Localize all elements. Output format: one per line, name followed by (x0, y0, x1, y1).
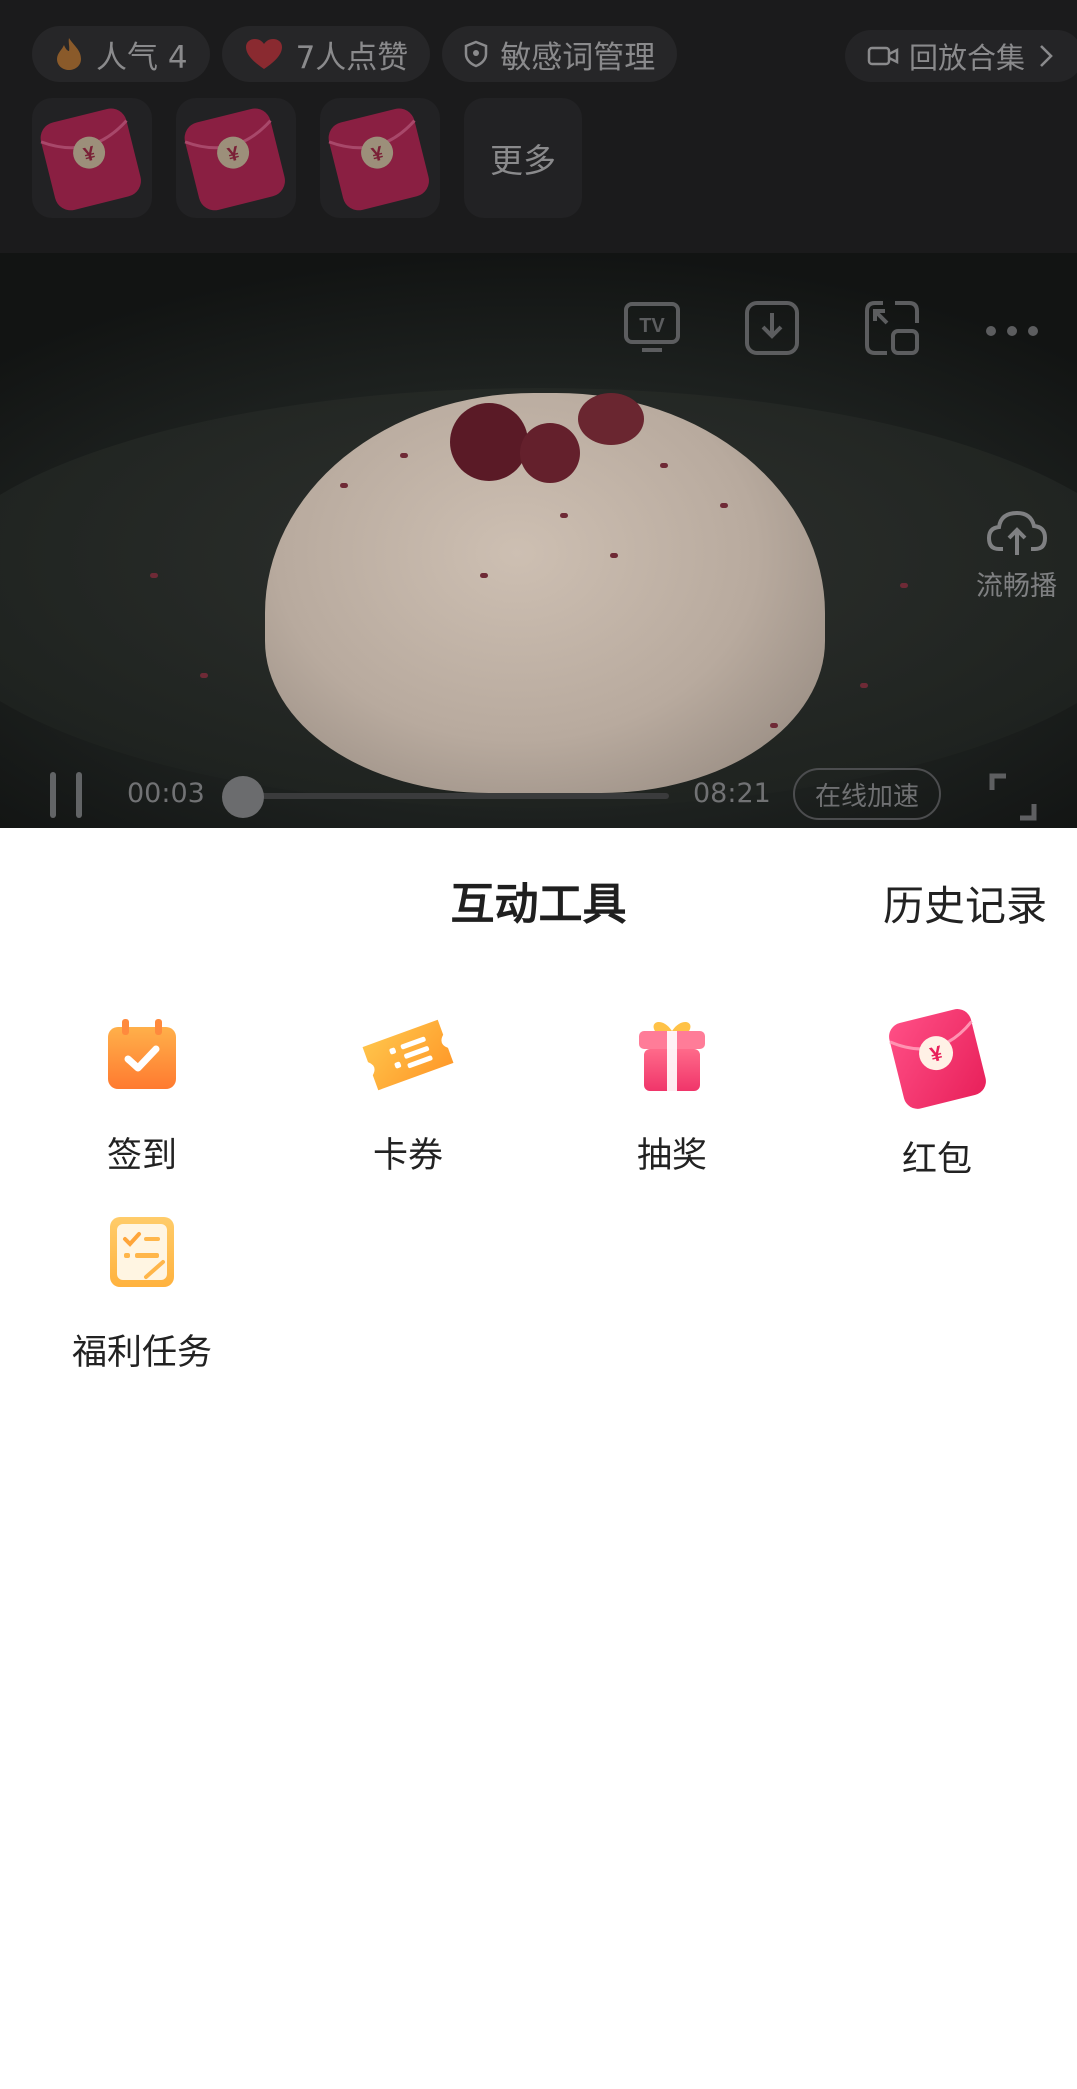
pause-button[interactable] (50, 772, 82, 818)
fullscreen-button[interactable] (988, 772, 1038, 826)
coupon-icon (278, 1005, 538, 1105)
tool-label: 红包 (901, 1140, 972, 1180)
fullscreen-icon (988, 773, 1038, 826)
chevron-right-icon (1039, 44, 1053, 68)
smooth-play-label: 流畅播 (976, 571, 1057, 602)
tool-welfare-tasks[interactable]: 福利任务 (12, 1202, 272, 1375)
tool-label: 福利任务 (71, 1333, 212, 1373)
petal-speck (400, 453, 408, 458)
sensitive-words-text: 敏感词管理 (500, 39, 656, 76)
video-player[interactable]: TV 流畅播 00:03 08:21 在线加速 (0, 253, 1077, 828)
more-options-button[interactable] (977, 295, 1047, 365)
petal-speck (770, 723, 778, 728)
tool-coupon[interactable]: 卡券 (278, 1005, 538, 1178)
rose-decoration (450, 403, 528, 481)
task-checklist-icon (12, 1202, 272, 1302)
replay-text: 回放合集 (908, 41, 1025, 75)
red-packet-icon: ¥ (324, 100, 436, 216)
history-button[interactable]: 历史记录 (883, 872, 1047, 932)
video-camera-icon (867, 44, 899, 68)
petal-speck (720, 503, 728, 508)
petal-speck (610, 553, 618, 558)
petal-speck (560, 513, 568, 518)
pause-bar (50, 772, 56, 818)
redpack-tile-1[interactable]: ¥ (32, 98, 152, 218)
redpack-tile-3[interactable]: ¥ (320, 98, 440, 218)
red-packet-icon: ¥ (807, 1005, 1067, 1109)
red-packet-icon: ¥ (36, 100, 148, 216)
download-icon (745, 301, 799, 359)
ellipsis-icon (986, 321, 1038, 340)
tool-red-packet[interactable]: ¥ 红包 (807, 1005, 1067, 1182)
likes-text: 7人点赞 (295, 39, 409, 76)
live-stats-panel: 人气 4 7人点赞 敏感词管理 回放合集 ¥ ¥ ¥ 更多 (0, 0, 1077, 253)
interactive-tools-sheet: 互动工具 历史记录 签到 卡券 抽奖 ¥ 红包 福利任务 (0, 830, 1077, 2089)
stat-pills: 人气 4 7人点赞 敏感词管理 (32, 26, 678, 82)
petal-speck (150, 573, 158, 578)
calendar-check-icon (12, 1005, 272, 1105)
tool-lottery[interactable]: 抽奖 (542, 1005, 802, 1178)
smooth-play-button[interactable]: 流畅播 (976, 505, 1057, 603)
popularity-text: 人气 4 (96, 39, 188, 76)
petal-speck (480, 573, 488, 578)
flame-icon (54, 36, 84, 72)
picture-in-picture-icon (865, 301, 919, 359)
tool-label: 签到 (106, 1136, 177, 1176)
likes-pill[interactable]: 7人点赞 (221, 26, 431, 82)
pause-bar (76, 772, 82, 818)
petal-speck (340, 483, 348, 488)
petal-speck (660, 463, 668, 468)
progress-knob[interactable] (222, 776, 264, 818)
tv-cast-button[interactable]: TV (617, 295, 687, 365)
popularity-pill[interactable]: 人气 4 (32, 26, 210, 82)
playback-controls: 00:03 08:21 在线加速 (0, 758, 1077, 828)
total-time: 08:21 (693, 778, 771, 809)
svg-text:TV: TV (639, 315, 665, 337)
pip-button[interactable] (857, 295, 927, 365)
download-button[interactable] (737, 295, 807, 365)
petal-speck (900, 583, 908, 588)
sensitive-words-pill[interactable]: 敏感词管理 (442, 26, 678, 82)
redpack-row: ¥ ¥ ¥ 更多 (32, 98, 582, 218)
current-time: 00:03 (127, 778, 205, 809)
tool-label: 卡券 (372, 1136, 443, 1176)
petal-speck (860, 683, 868, 688)
tool-label: 抽奖 (636, 1136, 707, 1176)
replay-collection-button[interactable]: 回放合集 (844, 30, 1077, 82)
more-redpacks-button[interactable]: 更多 (464, 98, 582, 218)
redpack-tile-2[interactable]: ¥ (176, 98, 296, 218)
rose-decoration (578, 393, 644, 445)
video-toolbar: TV (617, 295, 1047, 365)
gift-box-icon (542, 1005, 802, 1105)
tv-icon: TV (624, 302, 680, 358)
progress-track[interactable] (242, 793, 669, 799)
online-boost-button[interactable]: 在线加速 (793, 768, 942, 820)
red-packet-icon: ¥ (180, 100, 292, 216)
tool-check-in[interactable]: 签到 (12, 1005, 272, 1178)
cloud-upload-icon (985, 510, 1049, 564)
heart-icon (244, 37, 284, 71)
rose-decoration (520, 423, 580, 483)
shield-icon (464, 40, 488, 68)
petal-speck (200, 673, 208, 678)
